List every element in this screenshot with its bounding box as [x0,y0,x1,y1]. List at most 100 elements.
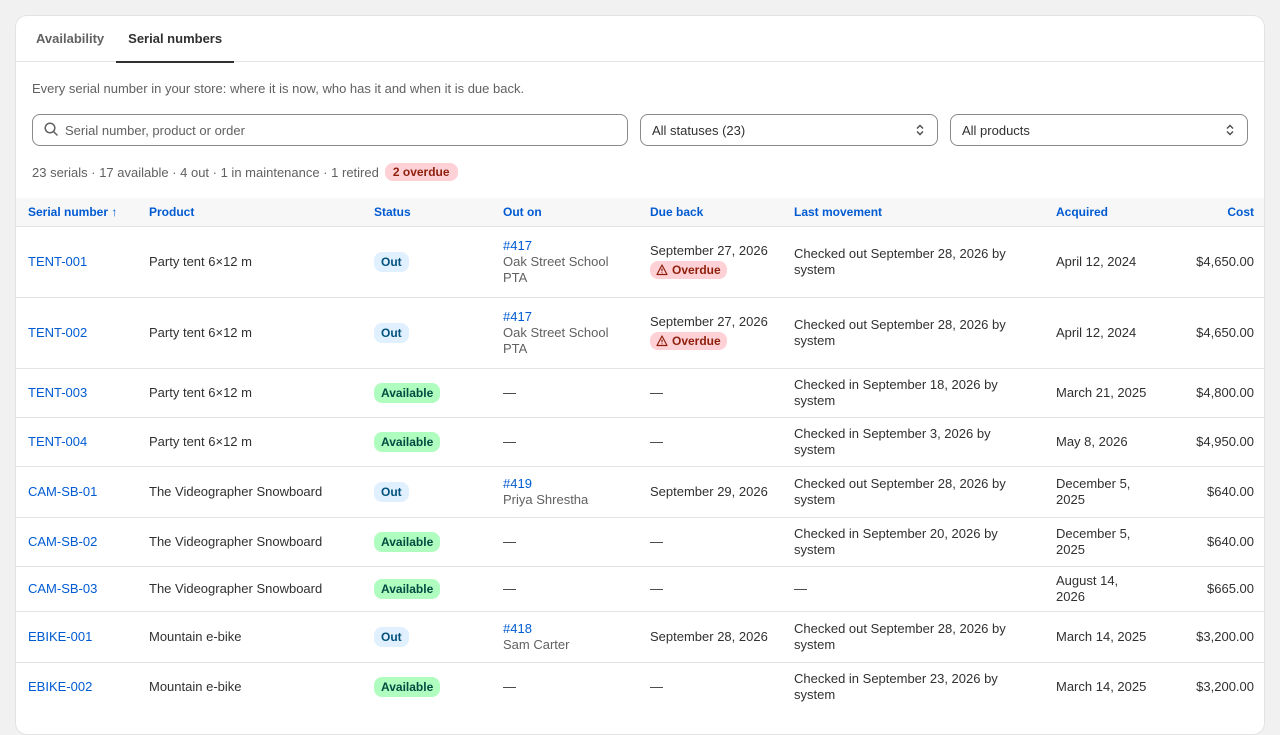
last-movement-cell: Checked in September 18, 2026 by system [782,367,1044,417]
order-link[interactable]: #417 [503,309,626,325]
last-movement-cell: Checked in September 3, 2026 by system [782,416,1044,466]
acquired-cell: March 21, 2025 [1044,367,1162,417]
customer-name: Priya Shrestha [503,491,589,507]
serial-link[interactable]: TENT-002 [28,325,87,340]
last-movement-cell: Checked in September 20, 2026 by system [782,516,1044,566]
status-badge: Available [374,578,441,599]
due-date: September 27, 2026 [650,314,768,329]
status-filter-value: All statuses (23) [652,122,746,138]
warning-icon [656,335,668,347]
inventory-summary: 23 serials · 17 available · 4 out · 1 in… [32,162,458,182]
cost-cell: $640.00 [1162,465,1264,517]
product-cell: Party tent 6×12 m [137,225,362,297]
warning-icon [656,264,668,276]
serial-link[interactable]: CAM-SB-03 [28,581,97,596]
product-cell: Mountain e-bike [137,610,362,662]
acquired-cell: December 5, 2025 [1044,465,1162,517]
chevron-up-down-icon [913,123,927,137]
search-icon [43,121,59,140]
overdue-count-badge[interactable]: 2 overdue [384,163,458,181]
acquired-cell: December 5, 2025 [1044,516,1162,566]
overdue-label: Overdue [672,263,721,277]
acquired-cell: March 14, 2025 [1044,661,1162,711]
last-movement-cell: Checked out September 28, 2026 by system [782,296,1044,368]
customer-name: Sam Carter [503,636,570,652]
table-row[interactable]: CAM-SB-02 The Videographer Snowboard Ava… [16,516,1264,566]
column-header-product[interactable]: Product [137,198,362,226]
table-body: TENT-001 Party tent 6×12 m Out #417 Oak … [16,225,1264,711]
due-date: — [638,416,782,466]
status-badge: Available [374,382,441,403]
search-input[interactable] [65,122,605,138]
tab-bar: Availability Serial numbers [16,16,1264,63]
column-header-serial[interactable]: Serial number ↑ [16,198,137,226]
acquired-cell: March 14, 2025 [1044,610,1162,662]
column-header-acquired[interactable]: Acquired [1044,198,1162,226]
column-header-out-on[interactable]: Out on [491,198,638,226]
table-row[interactable]: TENT-002 Party tent 6×12 m Out #417 Oak … [16,296,1264,368]
status-badge: Available [374,431,441,452]
cost-cell: $4,800.00 [1162,367,1264,417]
acquired-cell: May 8, 2026 [1044,416,1162,466]
product-filter-select[interactable]: All products [950,114,1248,146]
search-field[interactable] [32,114,628,146]
serial-link[interactable]: EBIKE-001 [28,629,92,644]
status-badge: Available [374,531,441,552]
tab-serial-numbers[interactable]: Serial numbers [116,16,235,63]
serial-link[interactable]: TENT-001 [28,254,87,269]
table-row[interactable]: TENT-001 Party tent 6×12 m Out #417 Oak … [16,225,1264,297]
product-cell: Mountain e-bike [137,661,362,711]
serial-link[interactable]: CAM-SB-01 [28,484,97,499]
table-row[interactable]: EBIKE-001 Mountain e-bike Out #418 Sam C… [16,610,1264,662]
order-link[interactable]: #419 [503,476,626,492]
order-link[interactable]: #417 [503,238,626,254]
chevron-up-down-icon [1223,123,1237,137]
column-header-status[interactable]: Status [362,198,491,226]
column-header-due-back[interactable]: Due back [638,198,782,226]
column-header-last-movement[interactable]: Last movement [782,198,1044,226]
tab-availability[interactable]: Availability [24,16,116,62]
acquired-cell: April 12, 2024 [1044,296,1162,368]
status-filter-select[interactable]: All statuses (23) [640,114,938,146]
serial-link[interactable]: TENT-003 [28,385,87,400]
product-cell: Party tent 6×12 m [137,416,362,466]
column-header-cost[interactable]: Cost [1162,198,1264,226]
serial-link[interactable]: EBIKE-002 [28,679,92,694]
table-row[interactable]: TENT-003 Party tent 6×12 m Available — —… [16,367,1264,417]
due-date: — [638,565,782,611]
due-date: — [638,661,782,711]
status-badge: Out [374,481,409,502]
product-cell: Party tent 6×12 m [137,367,362,417]
serial-numbers-card: Availability Serial numbers Every serial… [15,15,1265,735]
out-on-cell: — [491,565,638,611]
overdue-label: Overdue [672,334,721,348]
due-date: September 29, 2026 [638,465,782,517]
last-movement-cell: Checked out September 28, 2026 by system [782,610,1044,662]
serial-link[interactable]: TENT-004 [28,434,87,449]
table-row[interactable]: CAM-SB-03 The Videographer Snowboard Ava… [16,565,1264,611]
cost-cell: $665.00 [1162,565,1264,611]
out-on-cell: — [491,661,638,711]
table-row[interactable]: CAM-SB-01 The Videographer Snowboard Out… [16,465,1264,517]
cost-cell: $4,650.00 [1162,296,1264,368]
status-badge: Out [374,322,409,343]
cost-cell: $4,950.00 [1162,416,1264,466]
status-badge: Out [374,626,409,647]
acquired-cell: August 14, 2026 [1044,565,1162,611]
order-link[interactable]: #418 [503,621,626,637]
overdue-badge: Overdue [650,332,727,350]
cost-cell: $640.00 [1162,516,1264,566]
product-cell: The Videographer Snowboard [137,516,362,566]
table-row[interactable]: EBIKE-002 Mountain e-bike Available — — … [16,661,1264,711]
serial-link[interactable]: CAM-SB-02 [28,534,97,549]
customer-name: Oak Street School PTA [503,253,609,285]
cost-cell: $3,200.00 [1162,610,1264,662]
customer-name: Oak Street School PTA [503,324,609,356]
due-date: — [638,516,782,566]
due-date: September 28, 2026 [638,610,782,662]
out-on-cell: — [491,416,638,466]
table-row[interactable]: TENT-004 Party tent 6×12 m Available — —… [16,416,1264,466]
cost-cell: $4,650.00 [1162,225,1264,297]
last-movement-cell: Checked out September 28, 2026 by system [782,225,1044,297]
status-badge: Available [374,676,441,697]
